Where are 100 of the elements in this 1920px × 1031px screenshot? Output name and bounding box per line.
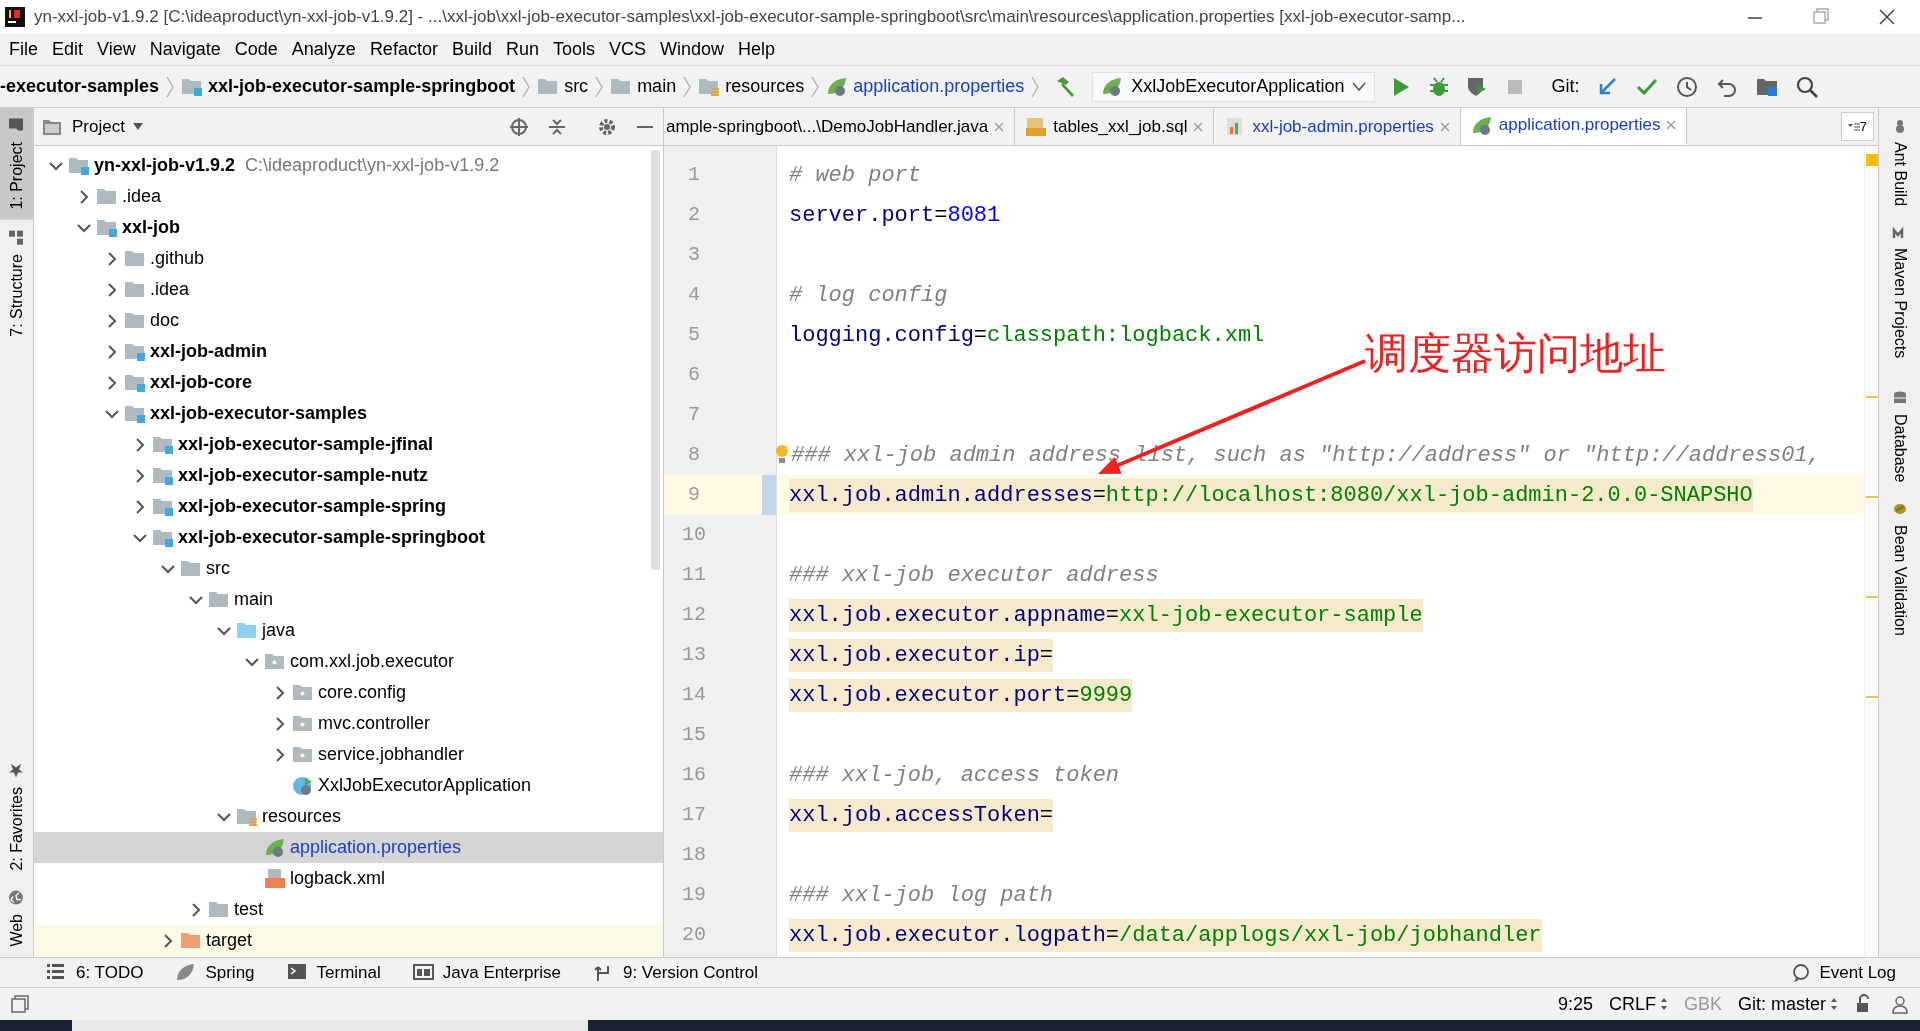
menu-item[interactable]: Tools <box>545 36 602 63</box>
database-file-icon <box>1025 116 1048 137</box>
project-view-dropdown[interactable]: Project <box>72 113 143 140</box>
menu-item[interactable]: Analyze <box>284 36 363 63</box>
tree-item[interactable]: service.jobhandler <box>34 739 663 770</box>
tree-item[interactable]: xxl-job-executor-sample-nutz <box>34 460 663 491</box>
line-number: 1 <box>687 162 701 188</box>
target-icon[interactable] <box>509 116 529 137</box>
status-marker <box>1866 154 1878 166</box>
tree-item[interactable]: yn-xxl-job-v1.9.2 C:\ideaproduct\yn-xxl-job-v1.9.2 <box>34 150 663 181</box>
tool-window-button[interactable]: Spring <box>175 959 255 986</box>
search-icon[interactable] <box>1795 74 1820 99</box>
clock-icon[interactable] <box>1675 74 1700 99</box>
tool-window-tab[interactable]: Maven Projects <box>1887 224 1912 359</box>
tool-window-button[interactable]: Event Log <box>1791 959 1896 986</box>
tool-window-button[interactable]: Java Enterprise <box>412 959 561 986</box>
tree-item[interactable]: xxl-job <box>34 212 663 243</box>
tree-item[interactable]: xxl-job-core <box>34 367 663 398</box>
lightbulb-icon[interactable] <box>775 444 789 466</box>
person-icon[interactable] <box>1890 994 1910 1014</box>
editor-tab[interactable]: application.properties <box>1460 108 1688 145</box>
menu-item[interactable]: View <box>90 36 143 63</box>
editor-tab[interactable]: tables_xxl_job.sql <box>1015 108 1215 145</box>
tree-item[interactable]: core.config <box>34 677 663 708</box>
tree-item[interactable]: xxl-job-admin <box>34 336 663 367</box>
menu-item[interactable]: Edit <box>45 36 91 63</box>
tree-item[interactable]: .idea <box>34 274 663 305</box>
menu-item[interactable]: Run <box>498 36 546 63</box>
menu-item[interactable]: Refactor <box>362 36 445 63</box>
panel-toggle-icon[interactable] <box>10 994 30 1014</box>
run-config-dropdown[interactable]: XxlJobExecutorApplication <box>1092 71 1376 102</box>
tool-window-button[interactable]: Terminal <box>286 959 381 986</box>
tree-item[interactable]: doc <box>34 305 663 336</box>
breadcrumb[interactable]: main <box>604 73 683 100</box>
module-folder-icon <box>152 465 174 486</box>
tree-item[interactable]: XxlJobExecutorApplication <box>34 770 663 801</box>
breadcrumb[interactable]: src <box>531 73 595 100</box>
chevron-icon <box>1030 74 1041 99</box>
editor-tab[interactable]: ample-springboot\...\DemoJobHandler.java <box>664 108 1016 145</box>
menu-item[interactable]: Window <box>653 36 732 63</box>
tree-item[interactable]: xxl-job-executor-sample-spring <box>34 491 663 522</box>
code-comment: ### xxl-job executor address <box>789 561 1159 590</box>
line-number: 15 <box>681 722 707 748</box>
scrollbar-thumb[interactable] <box>651 150 660 570</box>
settings-icon[interactable] <box>597 116 617 137</box>
tool-window-button[interactable]: 9: Version Control <box>592 959 759 986</box>
tool-window-tab[interactable]: Ant Build <box>1887 118 1912 207</box>
tree-item[interactable]: com.xxl.job.executor <box>34 646 663 677</box>
warning-marker <box>1866 696 1878 698</box>
tool-window-button[interactable]: 6: TODO <box>46 959 144 986</box>
folder-icon <box>124 279 146 300</box>
menu-item[interactable]: Code <box>227 36 285 63</box>
tool-window-tab[interactable]: Web <box>0 880 33 957</box>
tree-item[interactable]: .github <box>34 243 663 274</box>
package-icon <box>292 744 314 765</box>
collapse-all-icon[interactable] <box>547 116 567 137</box>
tool-window-tab[interactable]: Database <box>1887 390 1912 483</box>
tab-overflow-dropdown[interactable]: 7 <box>1840 112 1874 141</box>
tool-window-tab[interactable]: 2: Favorites <box>0 752 33 881</box>
app-logo-icon <box>4 6 26 28</box>
tree-item[interactable]: src <box>34 553 663 584</box>
folder-icon <box>208 589 230 610</box>
tool-window-tab[interactable]: Bean Validation <box>1887 500 1912 636</box>
menu-item[interactable]: Help <box>731 36 783 63</box>
spring-class-icon <box>292 775 314 796</box>
breadcrumb[interactable]: xxl-job-executor-sample-springboot <box>175 73 522 100</box>
folder-icon <box>96 186 118 207</box>
tool-window-tab[interactable]: 1: Project <box>0 108 33 220</box>
chevron-icon <box>594 74 605 99</box>
tree-item[interactable]: resources <box>34 801 663 832</box>
tree-item[interactable]: logback.xml <box>34 863 663 894</box>
breadcrumb[interactable]: -executor-samples <box>0 73 166 100</box>
globe-icon <box>8 890 25 907</box>
tree-item[interactable]: target <box>34 925 663 956</box>
tree-item[interactable]: xxl-job-executor-sample-jfinal <box>34 429 663 460</box>
line-number: 14 <box>681 682 707 708</box>
module-folder-icon <box>181 76 204 97</box>
tree-item[interactable]: application.properties <box>34 832 663 863</box>
menu-item[interactable]: VCS <box>602 36 653 63</box>
menu-item[interactable]: Navigate <box>142 36 228 63</box>
tree-item[interactable]: xxl-job-executor-samples <box>34 398 663 429</box>
tree-item[interactable]: test <box>34 894 663 925</box>
tree-item[interactable]: main <box>34 584 663 615</box>
tree-item[interactable]: .idea <box>34 181 663 212</box>
line-number: 13 <box>681 642 707 668</box>
menu-item[interactable]: File <box>2 36 45 63</box>
tree-item[interactable]: xxl-job-executor-sample-springboot <box>34 522 663 553</box>
menu-item[interactable]: Build <box>444 36 499 63</box>
tree-item[interactable]: java <box>34 615 663 646</box>
line-separator-selector[interactable]: CRLF <box>1608 990 1668 1018</box>
editor-tab[interactable]: xxl-job-admin.properties <box>1214 108 1461 145</box>
breadcrumb[interactable]: resources <box>692 73 811 100</box>
branch-selector[interactable]: Git: master <box>1738 990 1838 1018</box>
folder-icon <box>124 310 146 331</box>
source-folder-icon <box>236 620 258 641</box>
tree-item[interactable]: mvc.controller <box>34 708 663 739</box>
tool-window-tab[interactable]: 7: Structure <box>0 219 33 347</box>
breadcrumb[interactable]: application.properties <box>820 73 1031 100</box>
caret-position[interactable]: 9:25 <box>1557 990 1593 1018</box>
code-text: server.port=8081 <box>789 201 1001 230</box>
